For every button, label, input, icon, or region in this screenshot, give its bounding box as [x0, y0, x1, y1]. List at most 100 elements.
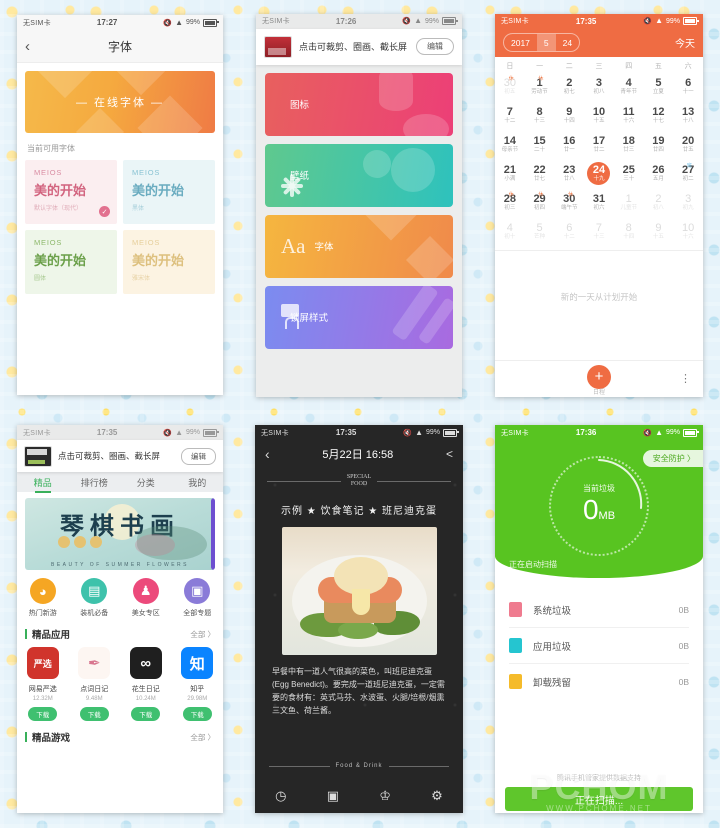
store-category[interactable]: ▤ 装机必备	[69, 578, 121, 618]
calendar-day[interactable]: 8 十三	[525, 102, 555, 130]
download-button[interactable]: 下载	[79, 707, 109, 721]
trash-icon[interactable]: ⚙	[431, 788, 443, 804]
download-button[interactable]: 下载	[131, 707, 161, 721]
font-card-sample: 美的开始	[132, 253, 185, 268]
store-category[interactable]: ♟ 美女专区	[120, 578, 172, 618]
font-card[interactable]: MEIOS 美的开始 默认字体（现代） ✓	[25, 160, 117, 224]
featured-banner[interactable]: 琴棋书画 BEAUTY OF SUMMER FLOWERS	[25, 498, 215, 570]
store-tab[interactable]: 精品	[17, 476, 69, 489]
calendar-day[interactable]: 16 廿一	[554, 131, 584, 159]
store-category[interactable]: ▣ 全部专题	[172, 578, 224, 618]
calendar-day[interactable]: 14 母亲节	[495, 131, 525, 159]
screenshot-thumbnail[interactable]	[24, 445, 52, 467]
edit-button[interactable]: 编辑	[416, 38, 454, 55]
calendar-day[interactable]: 4 青年节	[614, 73, 644, 101]
junk-row[interactable]: 系统垃圾 0B	[509, 592, 689, 628]
screenshot-thumbnail[interactable]	[264, 35, 292, 58]
calendar-day[interactable]: 12 十七	[644, 102, 674, 130]
calendar-day[interactable]: 休 30 初五	[495, 73, 525, 101]
calendar-day[interactable]: 13 十八	[673, 102, 703, 130]
add-event-button[interactable]: +	[587, 364, 611, 389]
calendar-day[interactable]: 22 廿七	[525, 160, 555, 188]
calendar-day[interactable]: 31 初六	[584, 189, 614, 217]
edit-button[interactable]: 编辑	[181, 447, 216, 465]
clock-icon[interactable]: ◷	[275, 788, 286, 804]
junk-row[interactable]: 应用垃圾 0B	[509, 628, 689, 664]
calendar-day[interactable]: 班 27 初二	[673, 160, 703, 188]
today-button[interactable]: 今天	[675, 35, 695, 50]
calendar-day[interactable]: 休 29 初四	[525, 189, 555, 217]
calendar-day[interactable]: 8 十四	[614, 218, 644, 246]
calendar-day[interactable]: 4 初十	[495, 218, 525, 246]
day-segment[interactable]: 24	[556, 34, 579, 51]
app-list-item[interactable]: ✒ 点词日记 9.48M 下载	[69, 647, 121, 721]
calendar-day[interactable]: 11 十六	[614, 102, 644, 130]
calendar-day[interactable]: 9 十五	[644, 218, 674, 246]
screenshot-toast[interactable]: 点击可裁剪、圈画、截长屏 编辑	[256, 28, 462, 65]
calendar-day[interactable]: 7 十三	[584, 218, 614, 246]
calendar-day[interactable]: 18 廿三	[614, 131, 644, 159]
app-list-item[interactable]: ∞ 花生日记 10.24M 下载	[120, 647, 172, 721]
share-icon[interactable]: <	[446, 447, 453, 461]
calendar-day[interactable]: 7 十二	[495, 102, 525, 130]
calendar-day[interactable]: 5 芒种	[525, 218, 555, 246]
day-number: 10	[592, 106, 606, 118]
shirt-icon[interactable]: ♔	[379, 788, 391, 804]
calendar-day[interactable]: 23 廿八	[554, 160, 584, 188]
calendar-day[interactable]: 休 28 初三	[495, 189, 525, 217]
app-list-item[interactable]: 严选 网易严选 12.32M 下载	[17, 647, 69, 721]
store-category[interactable]: ◕ 热门新游	[17, 578, 69, 618]
store-tab[interactable]: 分类	[120, 476, 172, 489]
theme-tile-font[interactable]: Aa 字体	[265, 214, 453, 278]
calendar-day[interactable]: 20 廿五	[673, 131, 703, 159]
online-fonts-banner[interactable]: — 在线字体 —	[25, 71, 215, 133]
calendar-day[interactable]: 21 小满	[495, 160, 525, 188]
calendar-day[interactable]: 3 初八	[584, 73, 614, 101]
calendar-day[interactable]: 25 三十	[614, 160, 644, 188]
font-card[interactable]: MEIOS 美的开始 黑体	[123, 160, 215, 224]
image-icon[interactable]: ▣	[327, 788, 339, 804]
calendar-day[interactable]: 1 儿童节	[614, 189, 644, 217]
calendar-day-selected[interactable]: 24 十九	[584, 160, 614, 188]
font-card[interactable]: MEIOS 美的开始 圆体	[25, 230, 117, 294]
calendar-day[interactable]: 15 二十	[525, 131, 555, 159]
back-icon[interactable]: ‹	[25, 38, 30, 55]
calendar-day[interactable]: 9 十四	[554, 102, 584, 130]
theme-tile-icons[interactable]: 图标	[265, 72, 453, 136]
scan-cta-button[interactable]: 正在扫描...	[505, 787, 693, 811]
calendar-day[interactable]: 17 廿二	[584, 131, 614, 159]
month-segment[interactable]: 5	[536, 34, 556, 51]
calendar-day[interactable]: 5 立夏	[644, 73, 674, 101]
calendar-day[interactable]: 3 初九	[673, 189, 703, 217]
calendar-day[interactable]: 2 初七	[554, 73, 584, 101]
banner-next-edge[interactable]	[211, 498, 215, 570]
font-card[interactable]: MEIOS 美的开始 雅宋体	[123, 230, 215, 294]
calendar-day[interactable]: 10 十六	[673, 218, 703, 246]
calendar-day[interactable]: 10 十五	[584, 102, 614, 130]
security-shield-button[interactable]: 安全防护 〉	[642, 450, 703, 467]
calendar-day[interactable]: 19 廿四	[644, 131, 674, 159]
junk-row[interactable]: 卸载残留 0B	[509, 664, 689, 699]
section-more-link[interactable]: 全部 〉	[190, 732, 215, 743]
theme-tile-lockscreen[interactable]: 锁屏样式	[265, 285, 453, 349]
download-button[interactable]: 下载	[182, 707, 212, 721]
more-options-icon[interactable]: ⋮	[680, 373, 691, 384]
section-more-link[interactable]: 全部 〉	[190, 629, 215, 640]
calendar-day[interactable]: 休 1 劳动节	[525, 73, 555, 101]
year-segment[interactable]: 2017	[504, 34, 537, 51]
calendar-day[interactable]: 休 30 端午节	[554, 189, 584, 217]
date-selector[interactable]: 2017 5 24	[503, 33, 581, 52]
section-title: 精品游戏	[32, 733, 71, 744]
store-tab[interactable]: 排行榜	[69, 476, 121, 489]
store-tab[interactable]: 我的	[172, 476, 224, 489]
download-button[interactable]: 下载	[28, 707, 58, 721]
theme-tile-wallpaper[interactable]: 壁纸	[265, 143, 453, 207]
calendar-day[interactable]: 6 十二	[554, 218, 584, 246]
calendar-day[interactable]: 26 五月	[644, 160, 674, 188]
note-photo[interactable]	[281, 527, 437, 655]
calendar-day[interactable]: 6 十一	[673, 73, 703, 101]
app-list-item[interactable]: 知知乎 29.98M 下载	[172, 647, 224, 721]
screenshot-toast[interactable]: 点击可裁剪、圈画、截长屏 编辑	[17, 440, 223, 472]
calendar-day[interactable]: 2 初八	[644, 189, 674, 217]
person-icon: ♟	[132, 578, 159, 604]
